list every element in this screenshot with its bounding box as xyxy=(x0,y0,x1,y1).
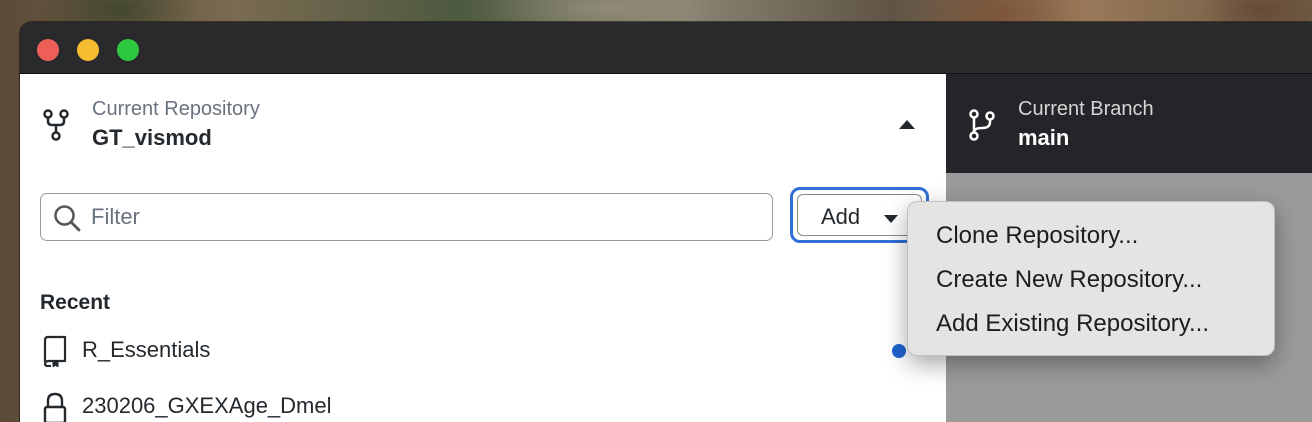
filter-field[interactable] xyxy=(40,193,773,241)
current-branch-selector[interactable]: Current Branch main xyxy=(946,74,1312,173)
filter-input[interactable] xyxy=(91,194,751,239)
current-repository-name: GT_vismod xyxy=(92,125,212,150)
chevron-up-icon[interactable] xyxy=(899,120,915,129)
close-window-button[interactable] xyxy=(37,39,59,61)
menu-item-clone-repository[interactable]: Clone Repository... xyxy=(936,222,1138,250)
changes-indicator xyxy=(892,344,906,358)
list-item-label: 230206_GXEXAge_Dmel xyxy=(82,393,332,418)
current-branch-name: main xyxy=(1018,125,1070,150)
minimize-window-button[interactable] xyxy=(77,39,99,61)
chevron-down-icon xyxy=(884,215,898,223)
git-branch-icon xyxy=(968,108,996,147)
maximize-window-button[interactable] xyxy=(117,39,139,61)
menu-item-add-existing-repository[interactable]: Add Existing Repository... xyxy=(936,310,1209,338)
add-dropdown-menu: Clone Repository... Create New Repositor… xyxy=(907,201,1275,356)
add-button-body: Add xyxy=(797,194,922,236)
list-item[interactable]: 230206_GXEXAge_Dmel xyxy=(20,386,946,422)
current-repository-label: Current Repository xyxy=(92,98,260,120)
add-button-label: Add xyxy=(821,204,861,229)
search-icon xyxy=(53,204,81,237)
title-bar[interactable] xyxy=(20,22,1312,74)
repo-icon xyxy=(42,335,68,372)
repo-fork-icon xyxy=(42,108,70,147)
menu-item-create-new-repository[interactable]: Create New Repository... xyxy=(936,266,1202,294)
recent-heading: Recent xyxy=(40,291,111,314)
lock-icon xyxy=(42,391,68,422)
list-item[interactable]: R_Essentials xyxy=(20,330,946,370)
current-branch-label: Current Branch xyxy=(1018,98,1154,120)
list-item-label: R_Essentials xyxy=(82,337,211,362)
repository-panel: Current Repository GT_vismod Add Recent xyxy=(20,74,946,422)
